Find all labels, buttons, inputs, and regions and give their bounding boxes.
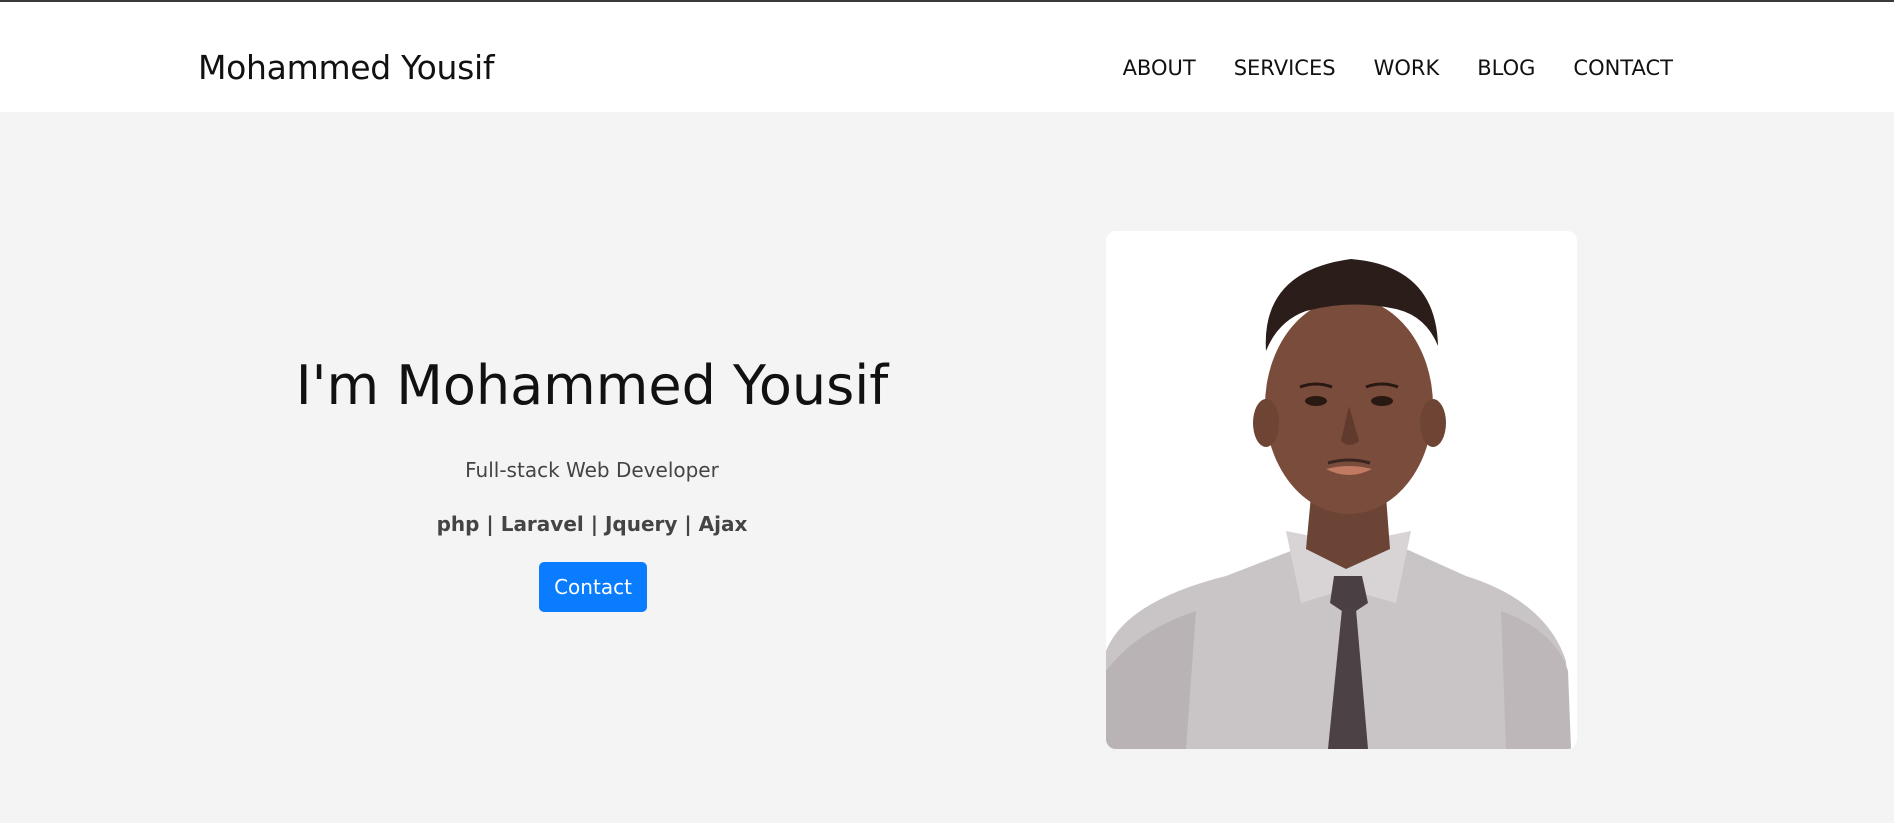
hero-skills: php | Laravel | Jquery | Ajax — [436, 512, 748, 536]
nav-item-work: WORK — [1374, 56, 1440, 80]
nav-item-contact: CONTACT — [1573, 56, 1673, 80]
nav-link-blog[interactable]: BLOG — [1477, 56, 1535, 80]
hero-intro: I'm Mohammed Yousif Full-stack Web Devel… — [198, 112, 986, 823]
nav-link-about[interactable]: ABOUT — [1123, 56, 1196, 80]
profile-photo — [1106, 231, 1577, 749]
hero-title: I'm Mohammed Yousif — [295, 354, 889, 417]
hero-subtitle: Full-stack Web Developer — [465, 458, 719, 482]
navbar: Mohammed Yousif ABOUT SERVICES WORK BLOG… — [0, 2, 1894, 112]
nav-item-blog: BLOG — [1477, 56, 1535, 80]
nav-item-services: SERVICES — [1234, 56, 1336, 80]
nav-item-about: ABOUT — [1123, 56, 1196, 80]
nav-link-services[interactable]: SERVICES — [1234, 56, 1336, 80]
nav-menu: ABOUT SERVICES WORK BLOG CONTACT — [1123, 56, 1673, 80]
contact-button[interactable]: Contact — [539, 562, 647, 612]
nav-link-contact[interactable]: CONTACT — [1573, 56, 1673, 80]
portrait-image — [1106, 231, 1577, 749]
nav-link-work[interactable]: WORK — [1374, 56, 1440, 80]
brand-logo-link[interactable]: Mohammed Yousif — [198, 48, 495, 87]
